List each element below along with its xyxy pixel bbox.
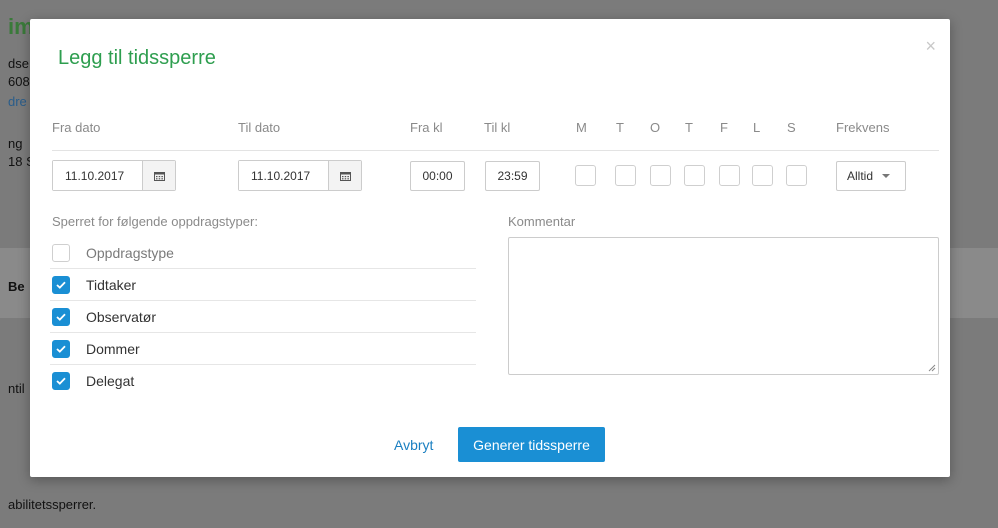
day-checkbox-tuesday[interactable]	[615, 165, 636, 186]
background-footer-text: abilitetssperrer.	[8, 497, 97, 512]
comment-textarea[interactable]	[508, 237, 939, 375]
assignment-label-observator: Observatør	[86, 308, 157, 325]
assignment-label-delegat: Delegat	[86, 373, 135, 389]
check-icon	[56, 345, 66, 353]
calendar-icon	[339, 171, 351, 181]
background-section-title: Be	[8, 279, 25, 294]
day-label-saturday: L	[753, 120, 761, 135]
day-checkbox-wednesday[interactable]	[650, 165, 671, 186]
frequency-select[interactable]: Alltid	[836, 161, 906, 191]
resize-handle-icon[interactable]	[928, 364, 936, 372]
day-label-friday: F	[720, 120, 728, 135]
from-time-input[interactable]	[410, 161, 465, 191]
from-date-calendar-button[interactable]	[142, 161, 175, 190]
to-date-calendar-button[interactable]	[328, 161, 361, 190]
assignment-row-dommer: Dommer	[50, 333, 476, 365]
frequency-label: Frekvens	[836, 120, 890, 135]
from-date-label: Fra dato	[52, 120, 101, 135]
from-date-picker	[52, 160, 176, 191]
assignment-label-tidtaker: Tidtaker	[86, 276, 137, 293]
assignment-header-row: Oppdragstype	[50, 237, 476, 269]
day-label-sunday: S	[787, 120, 796, 135]
background-text-line: ng	[8, 136, 23, 151]
frequency-select-value: Alltid	[847, 169, 874, 183]
assignment-checkbox-observator[interactable]	[52, 307, 70, 326]
day-label-monday: M	[576, 120, 587, 135]
assignment-row-observator: Observatør	[50, 301, 476, 333]
background-text-line: dse	[8, 56, 29, 71]
modal-title: Legg til tidssperre	[58, 47, 216, 69]
caret-down-icon	[882, 174, 891, 178]
calendar-icon	[153, 171, 165, 181]
to-date-label: Til dato	[238, 120, 281, 135]
from-time-label: Fra kl	[410, 120, 443, 135]
day-checkbox-thursday[interactable]	[684, 165, 705, 186]
to-time-input[interactable]	[485, 161, 540, 191]
comment-label: Kommentar	[508, 214, 576, 229]
day-checkbox-saturday[interactable]	[752, 165, 773, 186]
assignment-row-tidtaker: Tidtaker	[50, 269, 476, 301]
generate-time-block-button[interactable]: Generer tidssperre	[458, 427, 605, 462]
assignment-types-label: Sperret for følgende oppdragstyper:	[52, 214, 258, 229]
day-label-wednesday: O	[650, 120, 661, 135]
to-date-picker	[238, 160, 362, 191]
check-icon	[56, 377, 66, 385]
assignment-label-dommer: Dommer	[86, 340, 140, 357]
close-icon[interactable]: ×	[925, 37, 936, 55]
select-all-checkbox[interactable]	[52, 243, 70, 262]
background-text-line: ntil	[8, 381, 25, 396]
day-checkbox-friday[interactable]	[719, 165, 740, 186]
cancel-button[interactable]: Avbryt	[394, 437, 433, 453]
assignment-header-label: Oppdragstype	[86, 244, 174, 261]
add-time-block-modal: Legg til tidssperre × Fra dato Til dato …	[30, 19, 950, 477]
from-date-input[interactable]	[53, 161, 142, 190]
assignment-checkbox-tidtaker[interactable]	[52, 275, 70, 294]
assignment-checkbox-dommer[interactable]	[52, 339, 70, 358]
day-checkbox-monday[interactable]	[575, 165, 596, 186]
to-time-label: Til kl	[484, 120, 511, 135]
assignment-row-delegat: Delegat	[50, 365, 476, 397]
background-text-line: 608	[8, 74, 30, 89]
check-icon	[56, 313, 66, 321]
day-checkbox-sunday[interactable]	[786, 165, 807, 186]
assignment-checkbox-delegat[interactable]	[52, 372, 70, 390]
to-date-input[interactable]	[239, 161, 328, 190]
background-link: dre	[8, 94, 27, 109]
day-label-thursday: T	[685, 120, 693, 135]
check-icon	[56, 281, 66, 289]
day-label-tuesday: T	[616, 120, 624, 135]
header-divider	[52, 150, 939, 151]
